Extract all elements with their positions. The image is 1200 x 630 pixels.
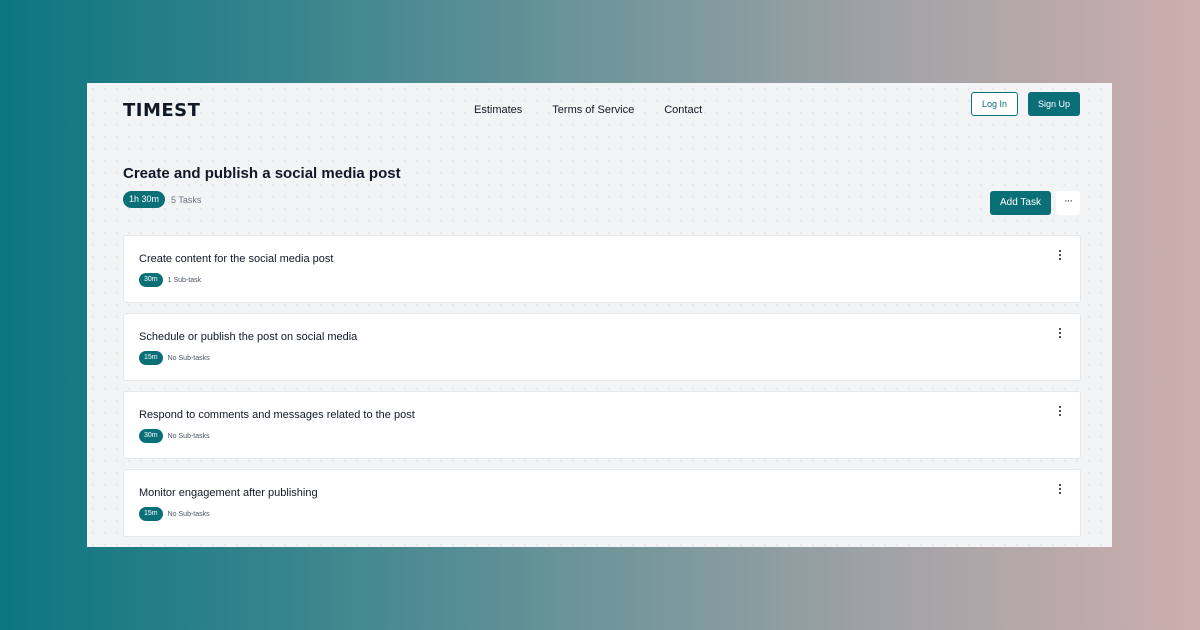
task-meta: 30m 1 Sub-task <box>139 273 201 287</box>
add-task-button[interactable]: Add Task <box>990 191 1051 215</box>
more-options-button[interactable]: ··· <box>1056 191 1080 215</box>
project-duration-badge: 1h 30m <box>123 191 166 208</box>
task-card[interactable]: Schedule or publish the post on social m… <box>123 313 1081 381</box>
kebab-menu-icon[interactable] <box>1056 250 1064 264</box>
nav-link-contact[interactable]: Contact <box>664 104 702 116</box>
task-card[interactable]: Monitor engagement after publishing 15m … <box>123 469 1081 537</box>
task-meta: 30m No Sub-tasks <box>139 429 210 443</box>
task-title: Respond to comments and messages related… <box>139 409 415 421</box>
kebab-menu-icon[interactable] <box>1056 484 1064 498</box>
logo[interactable]: TIMEST <box>123 100 200 121</box>
login-button[interactable]: Log In <box>970 92 1018 116</box>
nav-link-estimates[interactable]: Estimates <box>474 104 522 116</box>
task-subtask-count: No Sub-tasks <box>167 354 210 362</box>
task-duration-badge: 15m <box>139 507 163 521</box>
task-list: Create content for the social media post… <box>123 235 1081 547</box>
task-title: Create content for the social media post <box>139 253 334 265</box>
task-subtask-count: No Sub-tasks <box>167 510 210 518</box>
task-card[interactable]: Respond to comments and messages related… <box>123 391 1081 459</box>
task-meta: 15m No Sub-tasks <box>139 351 210 365</box>
nav-link-terms[interactable]: Terms of Service <box>552 104 634 116</box>
nav-links: Estimates Terms of Service Contact <box>474 104 702 116</box>
task-title: Schedule or publish the post on social m… <box>139 331 358 343</box>
top-navbar: TIMEST Estimates Terms of Service Contac… <box>123 91 1080 131</box>
kebab-menu-icon[interactable] <box>1056 406 1064 420</box>
task-title: Monitor engagement after publishing <box>139 487 318 499</box>
app-window: TIMEST Estimates Terms of Service Contac… <box>87 83 1112 547</box>
task-subtask-count: 1 Sub-task <box>167 276 202 284</box>
task-duration-badge: 30m <box>139 429 163 443</box>
task-duration-badge: 30m <box>139 273 163 287</box>
signup-button[interactable]: Sign Up <box>1027 92 1080 116</box>
project-task-count: 5 Tasks <box>171 194 202 205</box>
project-meta: 1h 30m 5 Tasks <box>123 191 201 208</box>
task-subtask-count: No Sub-tasks <box>167 432 210 440</box>
project-title: Create and publish a social media post <box>123 165 401 182</box>
kebab-menu-icon[interactable] <box>1056 328 1064 342</box>
task-card[interactable]: Create content for the social media post… <box>123 235 1081 303</box>
task-meta: 15m No Sub-tasks <box>139 507 210 521</box>
task-duration-badge: 15m <box>139 351 163 365</box>
ellipsis-icon: ··· <box>1064 195 1073 207</box>
auth-buttons: Log In Sign Up <box>970 92 1080 116</box>
